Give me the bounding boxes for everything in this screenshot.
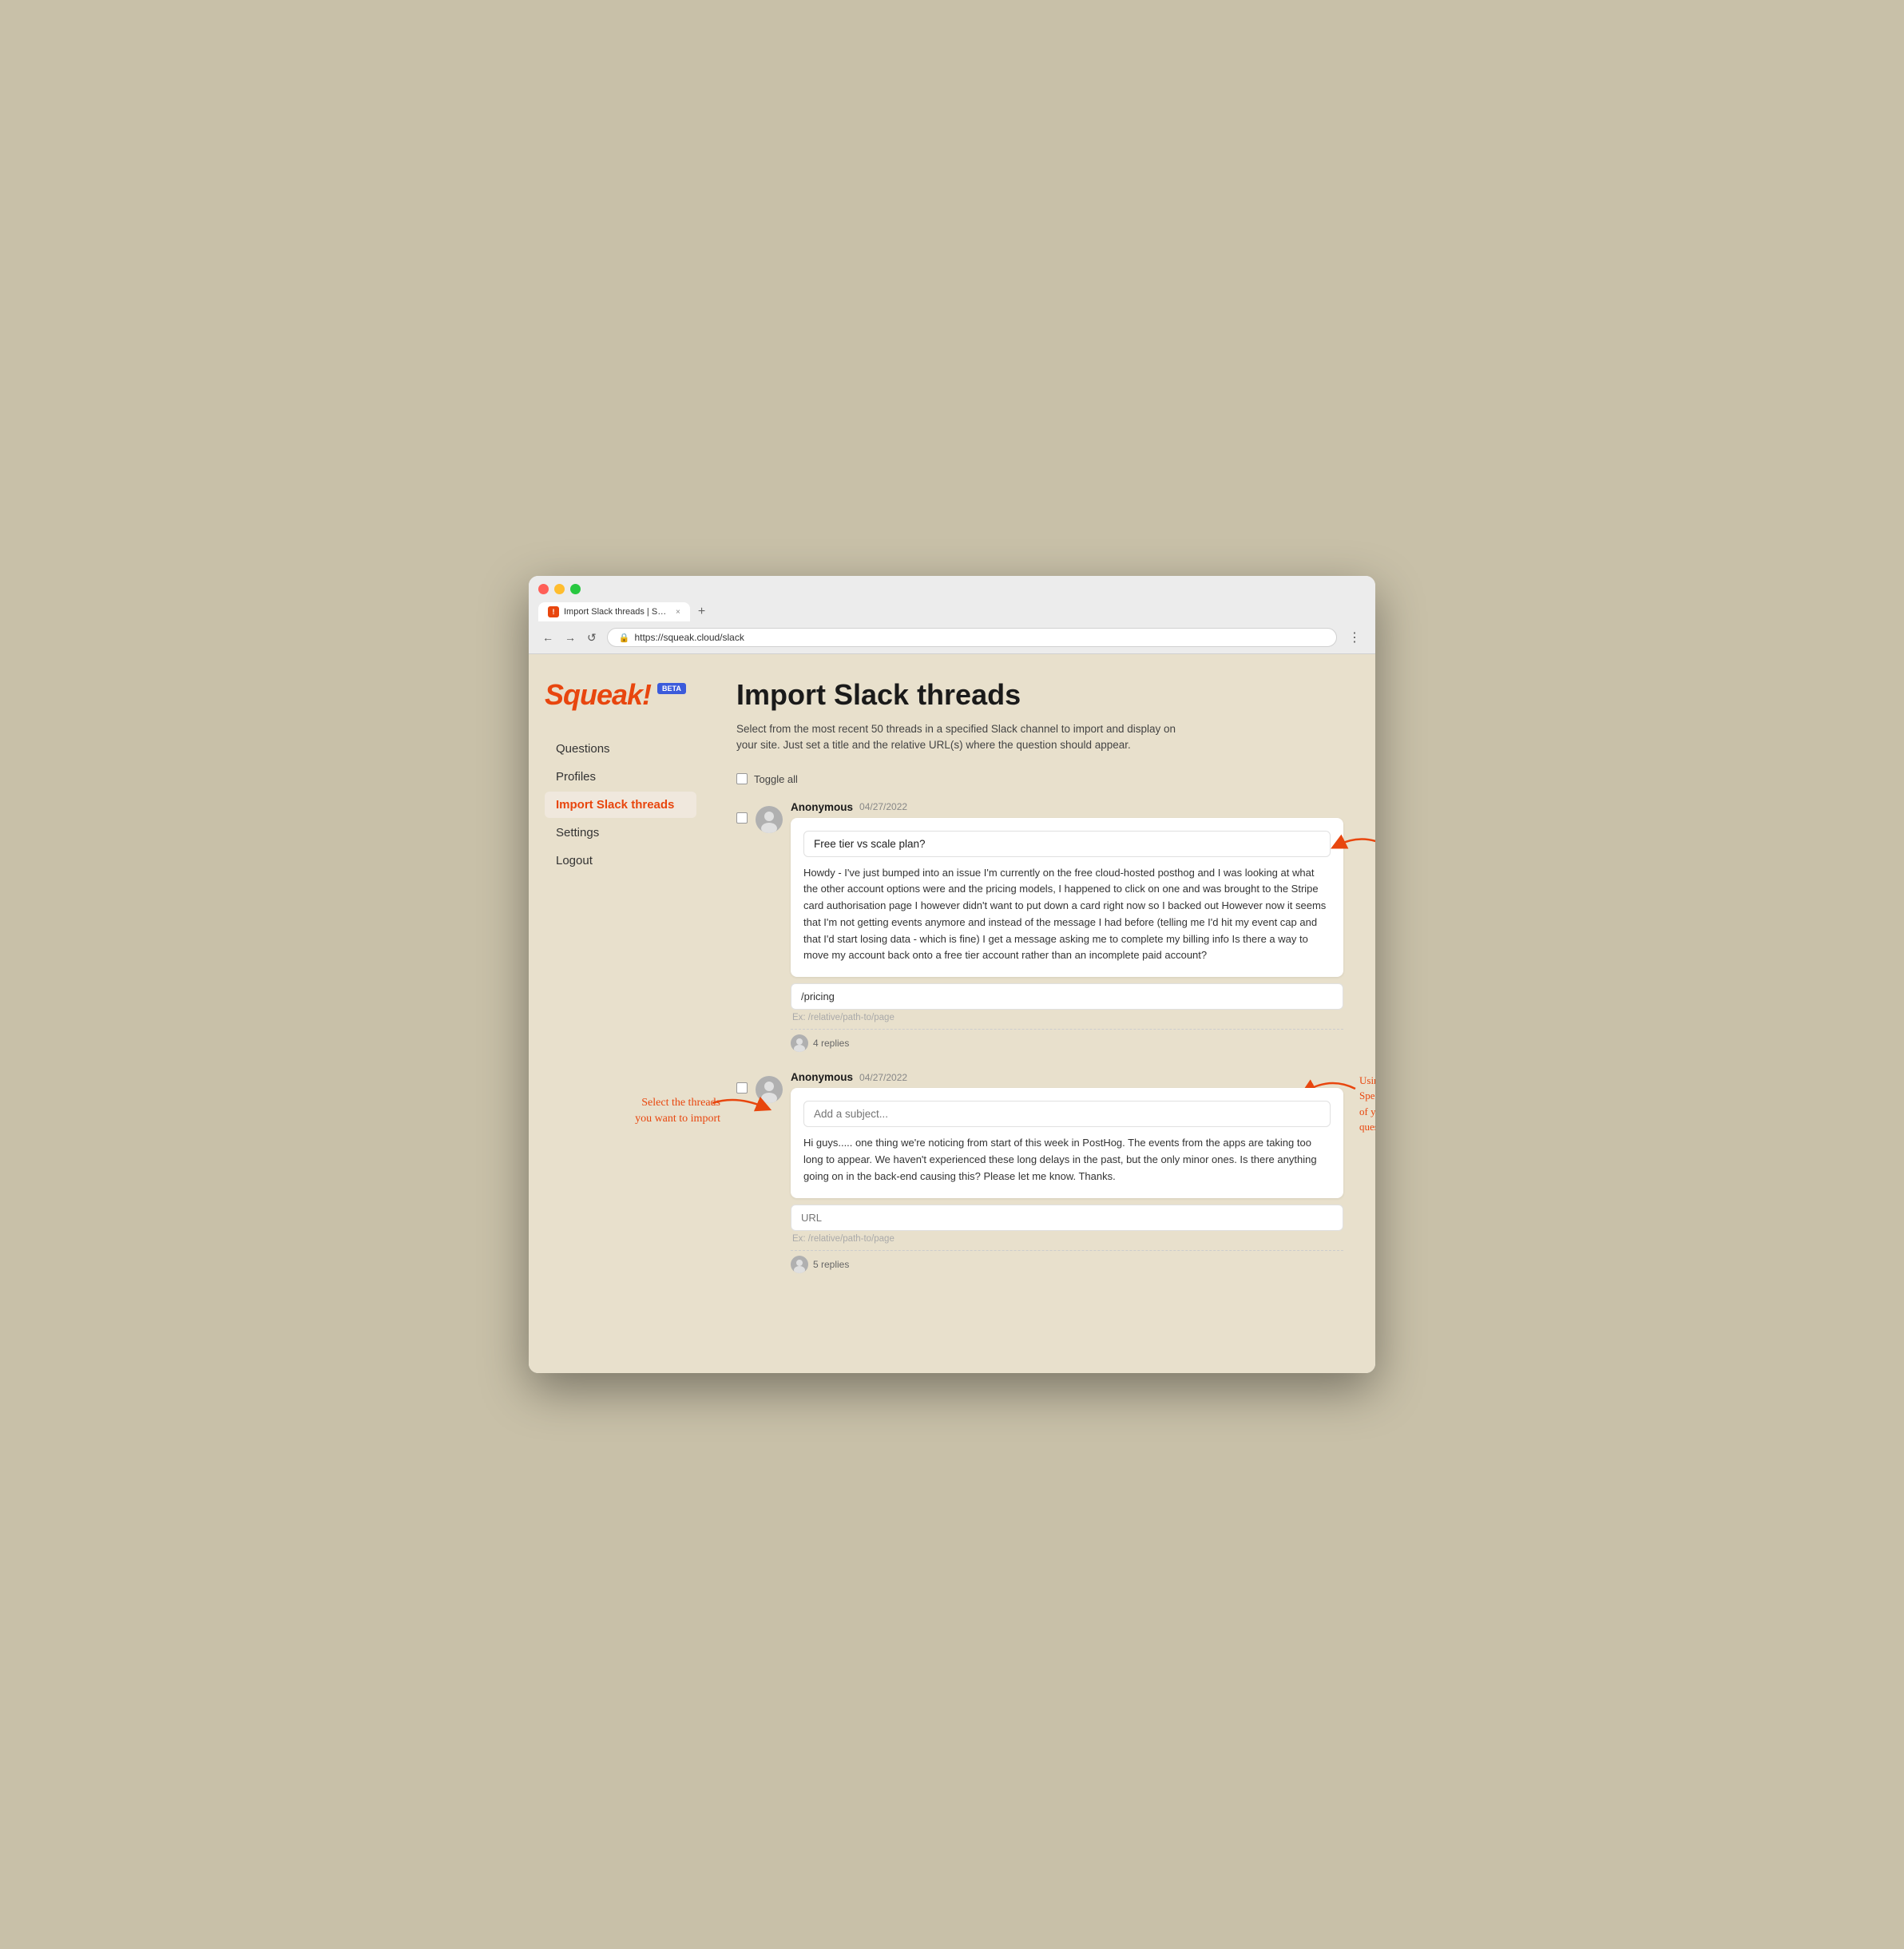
thread-1-replies-row: 4 replies [791,1029,1343,1052]
new-tab-button[interactable]: + [690,601,713,623]
address-bar-row: ← → ↺ 🔒 https://squeak.cloud/slack ⋮ [538,628,1366,647]
refresh-button[interactable]: ↺ [583,629,601,646]
thread-2-url-hint: Ex: /relative/path-to/page [791,1234,1343,1244]
thread-2-title-input[interactable] [803,1101,1331,1127]
page-content: Squeak! BETA Questions Profiles Import S… [529,654,1375,1373]
sidebar: Squeak! BETA Questions Profiles Import S… [529,654,712,1373]
browser-chrome: ! Import Slack threads | Squeak × + ← → … [529,576,1375,654]
url-text: https://squeak.cloud/slack [634,632,744,643]
thread-2-card: Hi guys..... one thing we're noticing fr… [791,1088,1343,1197]
thread-2-url-input[interactable] [791,1205,1343,1231]
page-title: Import Slack threads [736,678,1343,712]
thread-2-replies-row: 5 replies [791,1250,1343,1273]
thread-2-row: Select the threadsyou want to import [736,1071,1343,1272]
thread-2-author: Anonymous [791,1071,853,1083]
browser-menu-icon[interactable]: ⋮ [1343,628,1366,647]
thread-row: Anonymous 04/27/2022 Howdy - I've just b… [736,801,1343,1053]
thread-1-meta: Anonymous 04/27/2022 [791,801,1343,813]
thread-2-url-container: Ex: /relative/path-to/page [791,1205,1343,1244]
thread-2-checkbox[interactable] [736,1082,748,1094]
browser-window: ! Import Slack threads | Squeak × + ← → … [529,576,1375,1373]
toggle-all-label: Toggle all [754,773,798,785]
traffic-lights [538,584,1366,594]
sidebar-item-logout[interactable]: Logout [545,847,696,874]
tab-close-icon[interactable]: × [676,608,680,617]
sidebar-item-settings[interactable]: Settings [545,820,696,846]
thread-1-url-input[interactable] [791,983,1343,1010]
sidebar-item-questions[interactable]: Questions [545,736,696,762]
thread-1-avatar [756,806,783,833]
minimize-button[interactable] [554,584,565,594]
thread-1-url-hint: Ex: /relative/path-to/page [791,1013,1343,1022]
thread-1-body: Howdy - I've just bumped into an issue I… [803,865,1331,965]
page-specify-annotation-text: Using Q&Ajs?Specify which page(s)of your… [1359,1073,1375,1135]
thread-2-avatar [756,1076,783,1103]
sidebar-item-profiles[interactable]: Profiles [545,764,696,790]
beta-badge: BETA [657,683,686,694]
thread-1-checkbox[interactable] [736,812,748,824]
nav-menu: Questions Profiles Import Slack threads … [545,736,696,874]
active-tab[interactable]: ! Import Slack threads | Squeak × [538,602,690,621]
page-description: Select from the most recent 50 threads i… [736,721,1200,754]
toggle-all-checkbox[interactable] [736,773,748,784]
back-button[interactable]: ← [538,629,557,646]
lock-icon: 🔒 [619,633,630,643]
thread-1-content: Anonymous 04/27/2022 Howdy - I've just b… [791,801,1343,1053]
thread-1-card: Howdy - I've just bumped into an issue I… [791,818,1343,978]
thread-1-date: 04/27/2022 [859,801,907,812]
tab-title: Import Slack threads | Squeak [564,607,668,617]
thread-2-date: 04/27/2022 [859,1072,907,1083]
thread-2-replies-count: 5 replies [813,1259,849,1270]
thread-2-body: Hi guys..... one thing we're noticing fr… [803,1135,1331,1185]
main-content: Import Slack threads Select from the mos… [712,654,1375,1373]
logo: Squeak! [545,678,651,712]
address-bar[interactable]: 🔒 https://squeak.cloud/slack [607,628,1337,647]
tab-favicon: ! [548,606,559,617]
thread-1-reply-avatar [791,1034,808,1052]
thread-1-title-input[interactable] [803,831,1331,857]
nav-buttons: ← → ↺ [538,629,601,646]
thread-2-meta: Anonymous 04/27/2022 [791,1071,1343,1083]
forward-button[interactable]: → [561,629,580,646]
page-specify-annotation: Using Q&Ajs?Specify which page(s)of your… [1359,1073,1375,1135]
thread-1-replies-count: 4 replies [813,1038,849,1049]
thread-1-url-container: Ex: /relative/path-to/page [791,983,1343,1022]
close-button[interactable] [538,584,549,594]
sidebar-item-import-slack[interactable]: Import Slack threads [545,792,696,818]
maximize-button[interactable] [570,584,581,594]
thread-2-reply-avatar [791,1256,808,1273]
toggle-all-row: Toggle all [736,773,1343,785]
logo-container: Squeak! BETA [545,678,696,712]
browser-tabs: ! Import Slack threads | Squeak × + [538,601,1366,623]
thread-2-content: Anonymous 04/27/2022 Hi guys..... one th… [791,1071,1343,1272]
thread-1-author: Anonymous [791,801,853,813]
